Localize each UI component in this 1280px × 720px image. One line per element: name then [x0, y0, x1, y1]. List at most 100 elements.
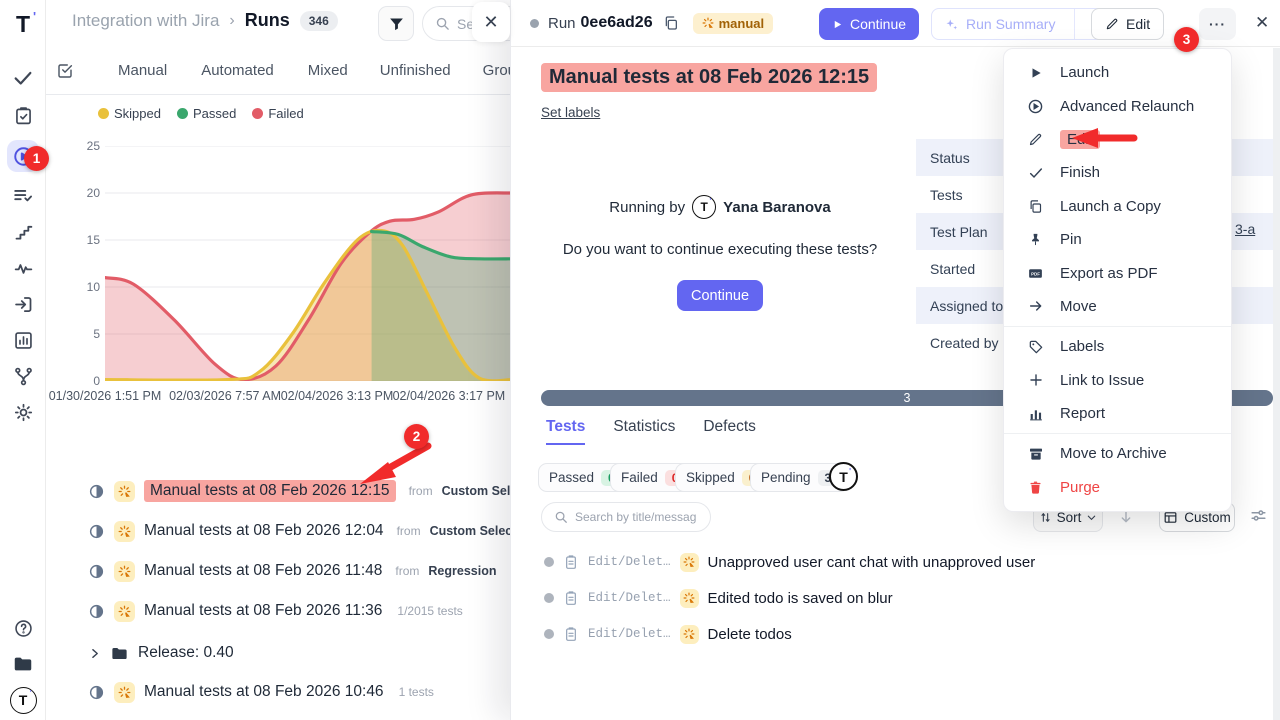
run-list-item[interactable]: Manual tests at 08 Feb 2026 11:36 1/2015…	[46, 595, 510, 627]
legend-dot-icon	[98, 108, 109, 119]
run-source: Custom Selection	[430, 524, 510, 538]
folder-icon	[12, 653, 34, 675]
spark-icon	[118, 686, 131, 699]
tab-groups[interactable]: Groups	[473, 62, 510, 79]
legend-item-passed[interactable]: Passed	[177, 106, 236, 121]
menu-item-labels[interactable]: Labels	[1004, 330, 1231, 363]
test-plan-link[interactable]: 3-a	[1235, 221, 1255, 237]
tab-tests[interactable]: Tests	[546, 418, 585, 445]
breadcrumb-project[interactable]: Integration with Jira	[72, 11, 219, 31]
run-list-item[interactable]: Manual tests at 08 Feb 2026 10:46 1 test…	[46, 676, 510, 708]
tests-search-input[interactable]: Search by title/messag	[541, 502, 711, 532]
legend-label: Skipped	[114, 106, 161, 121]
columns-settings-button[interactable]	[1249, 506, 1268, 525]
annotation-step-2: 2	[404, 424, 429, 449]
run-list-item[interactable]: Manual tests at 08 Feb 2026 12:15 from C…	[46, 475, 510, 507]
menu-item-link-to-issue[interactable]: Link to Issue	[1004, 364, 1231, 397]
run-group-folder[interactable]: Release: 0.40	[46, 637, 510, 669]
run-summary-button[interactable]: Run Summary	[932, 16, 1067, 32]
menu-item-report[interactable]: Report	[1004, 397, 1231, 430]
folder-icon	[110, 644, 129, 663]
menu-item-export-pdf[interactable]: PDF Export as PDF	[1004, 256, 1231, 289]
page-title: Runs	[245, 10, 290, 31]
run-list-item[interactable]: Manual tests at 08 Feb 2026 11:48 from R…	[46, 555, 510, 587]
legend-label: Failed	[268, 106, 303, 121]
sparkle-icon	[944, 17, 959, 32]
continue-prompt-block: Running by T' Yana Baranova Do you want …	[541, 195, 899, 311]
continue-button[interactable]: Continue	[819, 8, 919, 40]
sidebar-item-analytics[interactable]	[7, 324, 39, 356]
menu-item-finish[interactable]: Finish	[1004, 156, 1231, 189]
sidebar-item-steps[interactable]	[7, 216, 39, 248]
sidebar-item-settings[interactable]	[7, 396, 39, 428]
continue-prompt-button[interactable]: Continue	[677, 280, 763, 311]
tab-unfinished[interactable]: Unfinished	[370, 62, 461, 79]
copy-run-id-button[interactable]	[663, 15, 679, 31]
run-filter-tabs: Manual Automated Mixed Unfinished Groups	[46, 47, 510, 95]
menu-label: Report	[1060, 405, 1105, 422]
run-list-item[interactable]: Manual tests at 08 Feb 2026 12:04 from C…	[46, 515, 510, 547]
check-icon	[1028, 165, 1044, 181]
run-detail-tabs: Tests Statistics Defects	[546, 418, 756, 445]
bar-chart-icon	[1028, 406, 1044, 422]
sidebar-item-tests[interactable]	[7, 62, 39, 94]
tab-statistics[interactable]: Statistics	[613, 418, 675, 445]
sidebar-item-test-plans[interactable]	[7, 99, 39, 131]
menu-item-launch-a-copy[interactable]: Launch a Copy	[1004, 190, 1231, 223]
legend-item-failed[interactable]: Failed	[252, 106, 303, 121]
tab-mixed[interactable]: Mixed	[298, 62, 358, 79]
menu-label: Labels	[1060, 338, 1104, 355]
chip-label: Skipped	[686, 470, 735, 485]
edit-button[interactable]: Edit	[1091, 8, 1164, 40]
play-icon	[1029, 66, 1043, 80]
runs-count-badge: 346	[300, 11, 338, 31]
select-runs-icon-tab[interactable]	[46, 62, 84, 80]
test-title: Delete todos	[708, 626, 792, 643]
x-tick-label: 02/03/2026 7:57 AM	[169, 389, 281, 403]
set-labels-link[interactable]: Set labels	[541, 105, 600, 120]
menu-label: Launch	[1060, 64, 1109, 81]
pencil-icon	[1028, 132, 1043, 147]
annotation-step-3: 3	[1174, 27, 1199, 52]
run-source: Regression	[428, 564, 496, 578]
sidebar-item-help[interactable]	[7, 612, 39, 644]
test-status-dot	[544, 593, 554, 603]
tab-manual[interactable]: Manual	[108, 62, 177, 79]
annotation-arrow-to-edit	[1066, 124, 1142, 152]
legend-item-skipped[interactable]: Skipped	[98, 106, 161, 121]
assignee-filter-avatar[interactable]: T'	[829, 462, 858, 491]
panel-scrollbar-track[interactable]	[1273, 48, 1280, 720]
bar-chart-box-icon	[13, 330, 34, 351]
menu-divider	[1004, 433, 1231, 434]
run-title: Manual tests at 08 Feb 2026 12:04	[144, 522, 384, 540]
test-list-item[interactable]: Edit/Delet… Delete todos	[544, 620, 792, 648]
panel-close-button[interactable]: ✕	[1255, 13, 1269, 33]
test-list-item[interactable]: Edit/Delet… Edited todo is saved on blur	[544, 584, 893, 612]
run-summary-label: Run Summary	[966, 16, 1055, 32]
sidebar-item-import[interactable]	[7, 288, 39, 320]
clipboard-icon	[563, 626, 579, 642]
test-list-item[interactable]: Edit/Delet… Unapproved user cant chat wi…	[544, 548, 1035, 576]
menu-item-pin[interactable]: Pin	[1004, 223, 1231, 256]
more-actions-button[interactable]: ···	[1199, 8, 1236, 40]
runner-avatar: T'	[692, 195, 716, 219]
git-branch-icon	[13, 366, 34, 387]
test-status-dot	[544, 557, 554, 567]
menu-item-move-to-archive[interactable]: Move to Archive	[1004, 437, 1231, 470]
sidebar-item-milestones[interactable]	[7, 360, 39, 392]
sidebar-item-pulse[interactable]	[7, 252, 39, 284]
menu-item-purge[interactable]: Purge	[1004, 471, 1231, 504]
app-logo[interactable]: T'	[7, 8, 39, 40]
tab-automated[interactable]: Automated	[191, 62, 284, 79]
menu-item-advanced-relaunch[interactable]: Advanced Relaunch	[1004, 89, 1231, 122]
sidebar-item-projects[interactable]	[7, 648, 39, 680]
menu-item-launch[interactable]: Launch	[1004, 56, 1231, 89]
filter-button[interactable]	[378, 6, 414, 41]
legend-dot-icon	[252, 108, 263, 119]
sidebar-item-suites[interactable]	[7, 180, 39, 212]
drawer-edge-close-button[interactable]: ✕	[472, 2, 510, 42]
svg-text:PDF: PDF	[1031, 271, 1040, 276]
menu-item-move[interactable]: Move	[1004, 290, 1231, 323]
sidebar-item-account[interactable]: T'	[7, 684, 39, 716]
tab-defects[interactable]: Defects	[703, 418, 756, 445]
